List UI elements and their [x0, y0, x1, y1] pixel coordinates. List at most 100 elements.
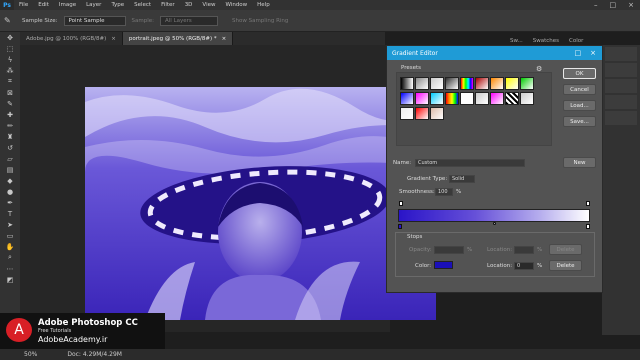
gradient-preset-swatch[interactable]: [400, 107, 414, 120]
healing-tool-icon[interactable]: ✚: [0, 109, 20, 120]
new-button[interactable]: New: [563, 157, 596, 168]
panel-row[interactable]: [605, 47, 637, 61]
status-bar: 50% Doc: 4.29M/4.29M: [0, 349, 640, 360]
panel-row[interactable]: [605, 95, 637, 109]
gradient-preset-swatch[interactable]: [430, 107, 444, 120]
gradient-tool-icon[interactable]: ▤: [0, 164, 20, 175]
crop-tool-icon[interactable]: ⌗: [0, 76, 20, 87]
gradient-preset-swatch[interactable]: [445, 92, 459, 105]
gradient-preset-swatch[interactable]: [415, 107, 429, 120]
menu-help[interactable]: Help: [252, 2, 275, 8]
smoothness-input[interactable]: 100: [435, 188, 453, 196]
save-button[interactable]: Save...: [563, 116, 596, 127]
stamp-tool-icon[interactable]: ♜: [0, 131, 20, 142]
gradient-preset-swatch[interactable]: [490, 92, 504, 105]
shape-tool-icon[interactable]: ▭: [0, 230, 20, 241]
show-sampling-ring-checkbox[interactable]: Show Sampling Ring: [232, 18, 288, 24]
eyedropper-icon[interactable]: ✎: [4, 16, 16, 25]
tab-close-icon[interactable]: ×: [222, 36, 227, 42]
gradient-preset-swatch[interactable]: [475, 77, 489, 90]
menu-layer[interactable]: Layer: [81, 2, 106, 8]
gradient-preset-swatch[interactable]: [490, 77, 504, 90]
quick-select-tool-icon[interactable]: ⁂: [0, 65, 20, 76]
document-image[interactable]: [85, 87, 436, 320]
gradient-type-label: Gradient Type:: [407, 176, 448, 182]
panel-row[interactable]: [605, 79, 637, 93]
gradient-preview-bar[interactable]: [398, 209, 590, 222]
name-input[interactable]: Custom: [415, 159, 525, 167]
midpoint-diamond[interactable]: [493, 222, 496, 225]
tab-adobe-jpg[interactable]: Adobe.jpg @ 100% (RGB/8#) ×: [20, 32, 123, 45]
location-label-disabled: Location:: [487, 247, 513, 253]
ok-button[interactable]: OK: [563, 68, 596, 79]
eraser-tool-icon[interactable]: ▱: [0, 153, 20, 164]
gradient-type-select[interactable]: Solid: [449, 175, 475, 183]
tab-close-icon[interactable]: ×: [111, 36, 116, 42]
brush-tool-icon[interactable]: ✏: [0, 120, 20, 131]
frame-tool-icon[interactable]: ⊠: [0, 87, 20, 98]
path-select-icon[interactable]: ➤: [0, 219, 20, 230]
opacity-stop-left[interactable]: [399, 201, 403, 206]
zoom-level[interactable]: 50%: [24, 351, 37, 358]
gradient-preset-swatch[interactable]: [460, 77, 474, 90]
stop-color-swatch[interactable]: [434, 261, 453, 269]
gradient-preset-swatch[interactable]: [430, 92, 444, 105]
tab-portrait-jpeg[interactable]: portrait.jpeg @ 50% (RGB/8#) * ×: [122, 32, 234, 45]
menu-file[interactable]: File: [14, 2, 33, 8]
panel-row[interactable]: [605, 111, 637, 125]
window-controls: – □ ×: [594, 1, 634, 9]
type-tool-icon[interactable]: T: [0, 208, 20, 219]
menu-type[interactable]: Type: [106, 2, 129, 8]
gradient-preset-swatch[interactable]: [400, 77, 414, 90]
hand-tool-icon[interactable]: ✋: [0, 241, 20, 252]
minimize-icon[interactable]: –: [594, 1, 598, 9]
portrait-image: [85, 87, 436, 320]
menu-edit[interactable]: Edit: [33, 2, 54, 8]
load-button[interactable]: Load...: [563, 100, 596, 111]
cancel-button[interactable]: Cancel: [563, 84, 596, 95]
gradient-preset-swatch[interactable]: [505, 92, 519, 105]
menu-filter[interactable]: Filter: [156, 2, 180, 8]
gradient-preset-swatch[interactable]: [520, 92, 534, 105]
pen-tool-icon[interactable]: ✒: [0, 197, 20, 208]
dialog-titlebar[interactable]: Gradient Editor □ ×: [387, 46, 602, 60]
lasso-tool-icon[interactable]: ϟ: [0, 54, 20, 65]
gradient-preset-swatch[interactable]: [415, 92, 429, 105]
delete-button[interactable]: Delete: [549, 260, 582, 271]
maximize-icon[interactable]: □: [575, 49, 582, 57]
sample-size-select[interactable]: Point Sample: [63, 15, 126, 26]
location-input[interactable]: 0: [514, 262, 534, 270]
gradient-preset-swatch[interactable]: [460, 92, 474, 105]
color-stop-right[interactable]: [586, 224, 590, 229]
adobe-academy-logo-icon: A: [6, 318, 32, 342]
gradient-preset-swatch[interactable]: [400, 92, 414, 105]
menu-3d[interactable]: 3D: [180, 2, 198, 8]
opacity-stop-right[interactable]: [586, 201, 590, 206]
color-swatches-icon[interactable]: ◩: [0, 274, 20, 285]
close-icon[interactable]: ×: [590, 49, 596, 57]
move-tool-icon[interactable]: ✥: [0, 32, 20, 43]
gradient-preset-swatch[interactable]: [415, 77, 429, 90]
gradient-preset-swatch[interactable]: [475, 92, 489, 105]
gradient-preset-swatch[interactable]: [520, 77, 534, 90]
marquee-tool-icon[interactable]: ⬚: [0, 43, 20, 54]
history-brush-icon[interactable]: ↺: [0, 142, 20, 153]
eyedropper-tool-icon[interactable]: ✎: [0, 98, 20, 109]
menu-image[interactable]: Image: [54, 2, 81, 8]
tab-label: portrait.jpeg @ 50% (RGB/8#) *: [128, 35, 217, 42]
color-stop-left[interactable]: [398, 224, 402, 229]
more-tools-icon[interactable]: ⋯: [0, 263, 20, 274]
sample-select[interactable]: All Layers: [160, 15, 218, 26]
close-icon[interactable]: ×: [628, 1, 634, 9]
zoom-tool-icon[interactable]: ⌕: [0, 252, 20, 263]
gradient-preset-swatch[interactable]: [430, 77, 444, 90]
maximize-icon[interactable]: □: [610, 1, 617, 9]
blur-tool-icon[interactable]: ◆: [0, 175, 20, 186]
dodge-tool-icon[interactable]: ●: [0, 186, 20, 197]
gradient-preset-swatch[interactable]: [505, 77, 519, 90]
menu-view[interactable]: View: [197, 2, 220, 8]
menu-select[interactable]: Select: [129, 2, 156, 8]
menu-window[interactable]: Window: [220, 2, 252, 8]
panel-row[interactable]: [605, 63, 637, 77]
gradient-preset-swatch[interactable]: [445, 77, 459, 90]
